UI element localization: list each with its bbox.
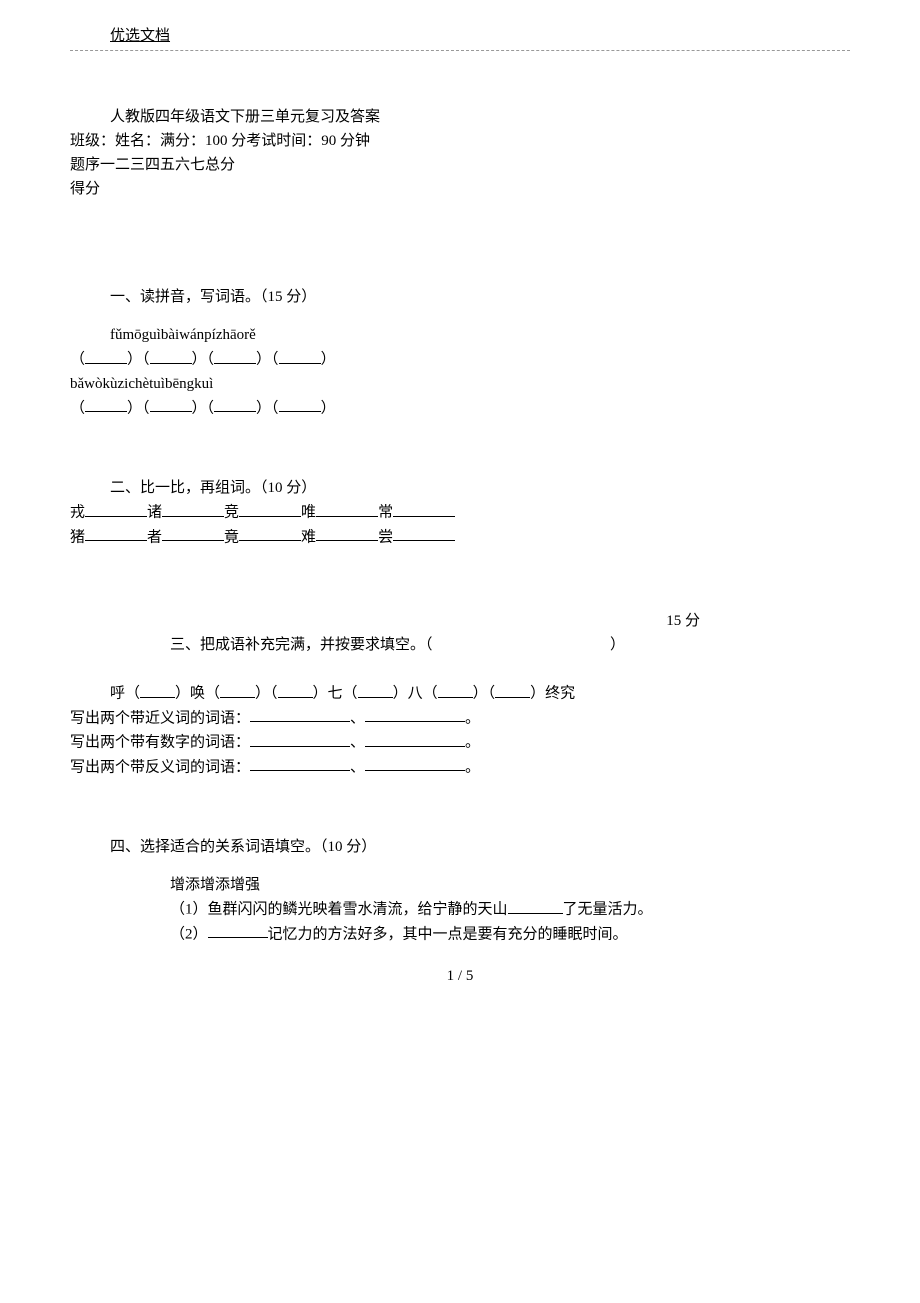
q1-pinyin-2: bǎwòkùzichètuìbēngkuì (70, 372, 850, 396)
q2-row-2: 猪者竟难尝 (70, 525, 850, 550)
blank[interactable] (279, 347, 321, 364)
txt: （1）鱼群闪闪的鳞光映着雪水清流，给宁静的天山 (170, 902, 508, 918)
char: 常 (378, 505, 393, 521)
blank[interactable] (279, 396, 321, 413)
q2-row-1: 戎诸竞唯常 (70, 500, 850, 525)
char: 竟 (224, 529, 239, 545)
blank[interactable] (278, 681, 313, 698)
q3-line-2: 写出两个带有数字的词语： 、 。 (70, 730, 850, 755)
blank[interactable] (85, 525, 147, 542)
blank[interactable] (214, 396, 256, 413)
q3-title-b: ） (610, 637, 625, 653)
txt: ）唤（ (175, 686, 220, 702)
q1-pinyin-1: fǔmōguìbàiwánpízhāorě (70, 323, 850, 347)
header-label: 优选文档 (70, 28, 170, 44)
q2-title: 二、比一比，再组词。（10 分） (70, 476, 850, 500)
blank[interactable] (150, 347, 192, 364)
char: 猪 (70, 529, 85, 545)
q1-blanks-2: （）（）（）（） (70, 396, 850, 421)
q3-title: 三、把成语补充完满，并按要求填空。（ ） (70, 633, 850, 657)
txt: 了无量活力。 (563, 902, 653, 918)
blank[interactable] (508, 897, 563, 914)
blank[interactable] (239, 500, 301, 517)
blank[interactable] (316, 500, 378, 517)
document-page: 优选文档 人教版四年级语文下册三单元复习及答案 班级：姓名：满分：100 分考试… (0, 0, 920, 988)
meta-line: 班级：姓名：满分：100 分考试时间：90 分钟 (70, 129, 850, 153)
char: 难 (301, 529, 316, 545)
txt: ）（ (255, 686, 278, 702)
end: 。 (465, 759, 480, 775)
txt: ）八（ (393, 686, 438, 702)
q3-fill: 呼（ ）唤（ ）（ ）七（ ）八（ ）（ ）终究 (70, 681, 850, 706)
page-header: 优选文档 (70, 24, 850, 55)
sequence-line: 题序一二三四五六七总分 (70, 153, 850, 177)
sep: 、 (350, 710, 365, 726)
char: 戎 (70, 505, 85, 521)
q1-title: 一、读拼音，写词语。（15 分） (70, 285, 850, 309)
blank[interactable] (214, 347, 256, 364)
blank[interactable] (208, 922, 268, 939)
txt: （2） (170, 926, 208, 942)
label: 写出两个带反义词的词语： (70, 759, 250, 775)
txt: 呼（ (110, 686, 140, 702)
blank[interactable] (162, 500, 224, 517)
q3-line-3: 写出两个带反义词的词语： 、 。 (70, 755, 850, 780)
title: 人教版四年级语文下册三单元复习及答案 (70, 105, 850, 129)
blank[interactable] (316, 525, 378, 542)
blank[interactable] (140, 681, 175, 698)
char: 唯 (301, 505, 316, 521)
q4-sentence-2: （2） 记忆力的方法好多，其中一点是要有充分的睡眠时间。 (70, 922, 850, 947)
blank[interactable] (250, 706, 350, 723)
blank[interactable] (365, 706, 465, 723)
txt: ）终究 (530, 686, 575, 702)
char: 尝 (378, 529, 393, 545)
score-line: 得分 (70, 177, 850, 201)
label: 写出两个带近义词的词语： (70, 710, 250, 726)
txt: 记忆力的方法好多，其中一点是要有充分的睡眠时间。 (268, 926, 628, 942)
blank[interactable] (393, 500, 455, 517)
q1-blanks-1: （）（）（）（） (70, 347, 850, 372)
char: 竞 (224, 505, 239, 521)
char: 诸 (147, 505, 162, 521)
char: 者 (147, 529, 162, 545)
blank[interactable] (358, 681, 393, 698)
blank[interactable] (85, 347, 127, 364)
blank[interactable] (495, 681, 530, 698)
q3-title-a: 三、把成语补充完满，并按要求填空。（ (170, 637, 433, 653)
q3-title-wrap: 15 分 三、把成语补充完满，并按要求填空。（ ） (70, 633, 850, 657)
blank[interactable] (85, 500, 147, 517)
blank[interactable] (85, 396, 127, 413)
end: 。 (465, 710, 480, 726)
blank[interactable] (239, 525, 301, 542)
end: 。 (465, 735, 480, 751)
blank[interactable] (365, 730, 465, 747)
blank[interactable] (365, 755, 465, 772)
txt: ）（ (473, 686, 496, 702)
blank[interactable] (393, 525, 455, 542)
document-body: 人教版四年级语文下册三单元复习及答案 班级：姓名：满分：100 分考试时间：90… (70, 105, 850, 988)
blank[interactable] (150, 396, 192, 413)
q4-sentence-1: （1）鱼群闪闪的鳞光映着雪水清流，给宁静的天山 了无量活力。 (70, 897, 850, 922)
q3-score: 15 分 (666, 609, 700, 633)
q3-line-1: 写出两个带近义词的词语： 、 。 (70, 706, 850, 731)
blank[interactable] (250, 755, 350, 772)
blank[interactable] (220, 681, 255, 698)
q4-words: 增添增添增强 (70, 873, 850, 897)
blank[interactable] (162, 525, 224, 542)
label: 写出两个带有数字的词语： (70, 735, 250, 751)
blank[interactable] (438, 681, 473, 698)
sep: 、 (350, 735, 365, 751)
page-number: 1 / 5 (70, 964, 850, 988)
q4-title: 四、选择适合的关系词语填空。（10 分） (70, 835, 850, 859)
sep: 、 (350, 759, 365, 775)
header-divider (70, 50, 850, 51)
txt: ）七（ (313, 686, 358, 702)
blank[interactable] (250, 730, 350, 747)
